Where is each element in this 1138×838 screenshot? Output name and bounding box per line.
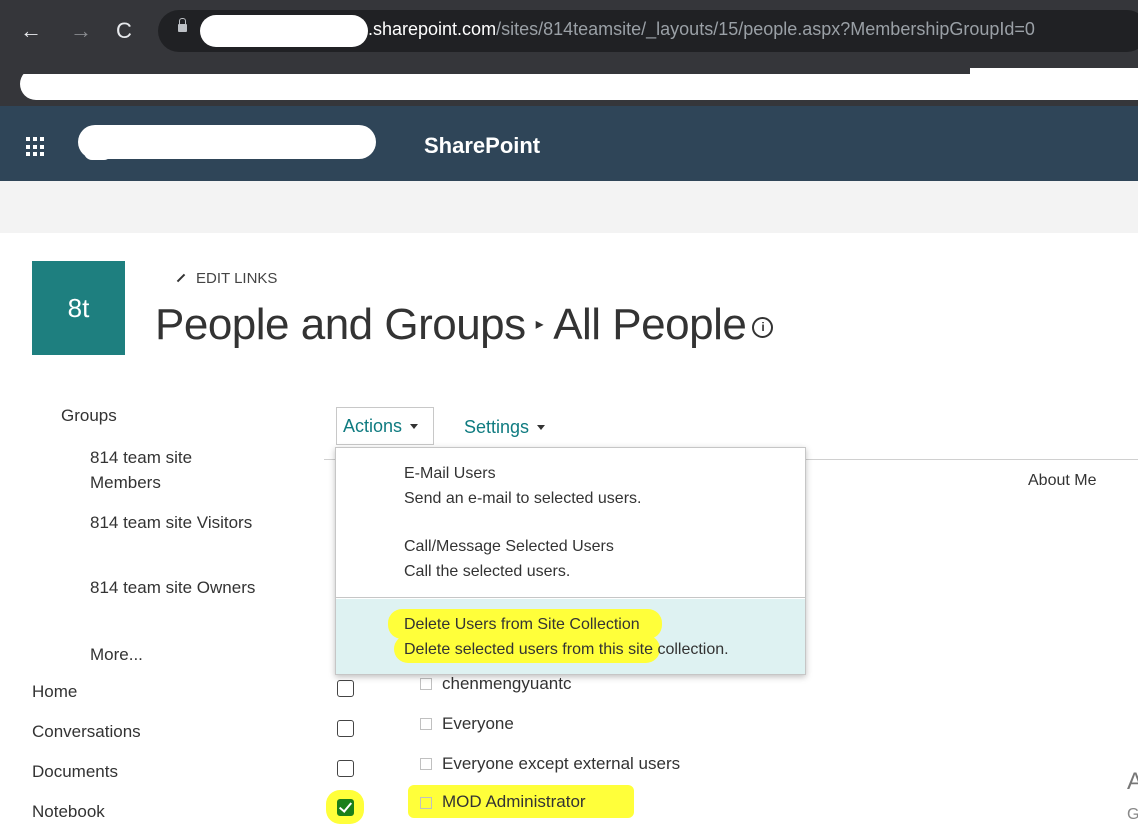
page-title-part1: People and Groups [155,300,526,349]
user-name-link[interactable]: Everyone [442,714,514,734]
chevron-down-icon [410,424,419,429]
bookmarks-bar-edge [0,64,970,74]
page-title: People and Groups ▸ All People i [155,300,774,350]
site-logo[interactable]: 8t [32,261,125,355]
nav-home[interactable]: Home [32,682,77,702]
row-checkbox[interactable] [337,720,354,737]
clipped-text: A [1127,768,1138,795]
nav-notebook[interactable]: Notebook [32,802,105,822]
menu-item-description: Delete selected users from this site col… [404,641,729,658]
edit-links-label: EDIT LINKS [196,270,278,287]
actions-menu-button[interactable]: Actions [336,407,434,445]
lock-icon[interactable] [178,18,187,32]
user-name-link[interactable]: Everyone except external users [442,754,680,774]
actions-label: Actions [343,416,403,436]
menu-item-email-users[interactable]: E-Mail Users Send an e-mail to selected … [336,448,805,524]
pencil-icon [176,273,186,283]
settings-menu-button[interactable]: Settings [464,417,546,438]
user-name-link[interactable]: chenmengyuantc [442,674,571,694]
url-text[interactable]: .sharepoint.com/sites/814teamsite/_layou… [368,19,1035,40]
nav-groups-heading[interactable]: Groups [61,406,117,426]
menu-divider [336,597,805,598]
menu-item-title: Delete Users from Site Collection [404,616,640,633]
row-item-icon [420,797,432,809]
reload-icon[interactable]: C [116,16,132,46]
forward-arrow-icon[interactable]: → [70,16,92,46]
settings-label: Settings [464,417,530,437]
menu-item-call-message-users[interactable]: Call/Message Selected Users Call the sel… [336,524,805,598]
row-item-icon [420,758,432,770]
app-launcher-icon[interactable] [26,137,46,157]
menu-item-title: Call/Message Selected Users [404,538,614,555]
row-item-icon [420,678,432,690]
user-name-link[interactable]: MOD Administrator [442,792,586,812]
menu-item-description: Send an e-mail to selected users. [404,490,642,507]
clipped-text: G [1127,806,1138,823]
menu-item-title: E-Mail Users [404,465,496,482]
nav-group-members[interactable]: 814 team site Members [90,445,260,495]
menu-item-description: Call the selected users. [404,563,571,580]
nav-conversations[interactable]: Conversations [32,722,141,742]
chevron-down-icon [537,425,546,430]
info-icon[interactable]: i [752,317,774,338]
menu-item-delete-users[interactable]: Delete Users from Site Collection Delete… [336,599,805,674]
url-path: /sites/814teamsite/_layouts/15/people.as… [496,19,1035,39]
edit-links-button[interactable]: EDIT LINKS [176,270,277,287]
nav-documents[interactable]: Documents [32,762,118,782]
redacted-url-part [200,15,368,47]
row-checkbox-checked[interactable] [337,799,354,816]
breadcrumb-separator-icon: ▸ [535,316,544,333]
nav-more[interactable]: More... [90,642,260,667]
nav-group-visitors[interactable]: 814 team site Visitors [90,510,260,535]
column-header-about-me[interactable]: About Me [1028,472,1096,490]
actions-dropdown-menu: E-Mail Users Send an e-mail to selected … [335,447,806,675]
suite-title[interactable]: SharePoint [424,133,540,159]
back-arrow-icon[interactable]: ← [20,16,42,46]
url-host: .sharepoint.com [368,19,497,39]
row-checkbox[interactable] [337,760,354,777]
redaction-mark [84,148,112,160]
command-bar [0,181,1138,233]
redacted-tenant-name [78,125,376,159]
row-item-icon [420,718,432,730]
page-title-part2: All People [553,300,747,349]
nav-group-owners[interactable]: 814 team site Owners [90,575,260,600]
row-checkbox[interactable] [337,680,354,697]
